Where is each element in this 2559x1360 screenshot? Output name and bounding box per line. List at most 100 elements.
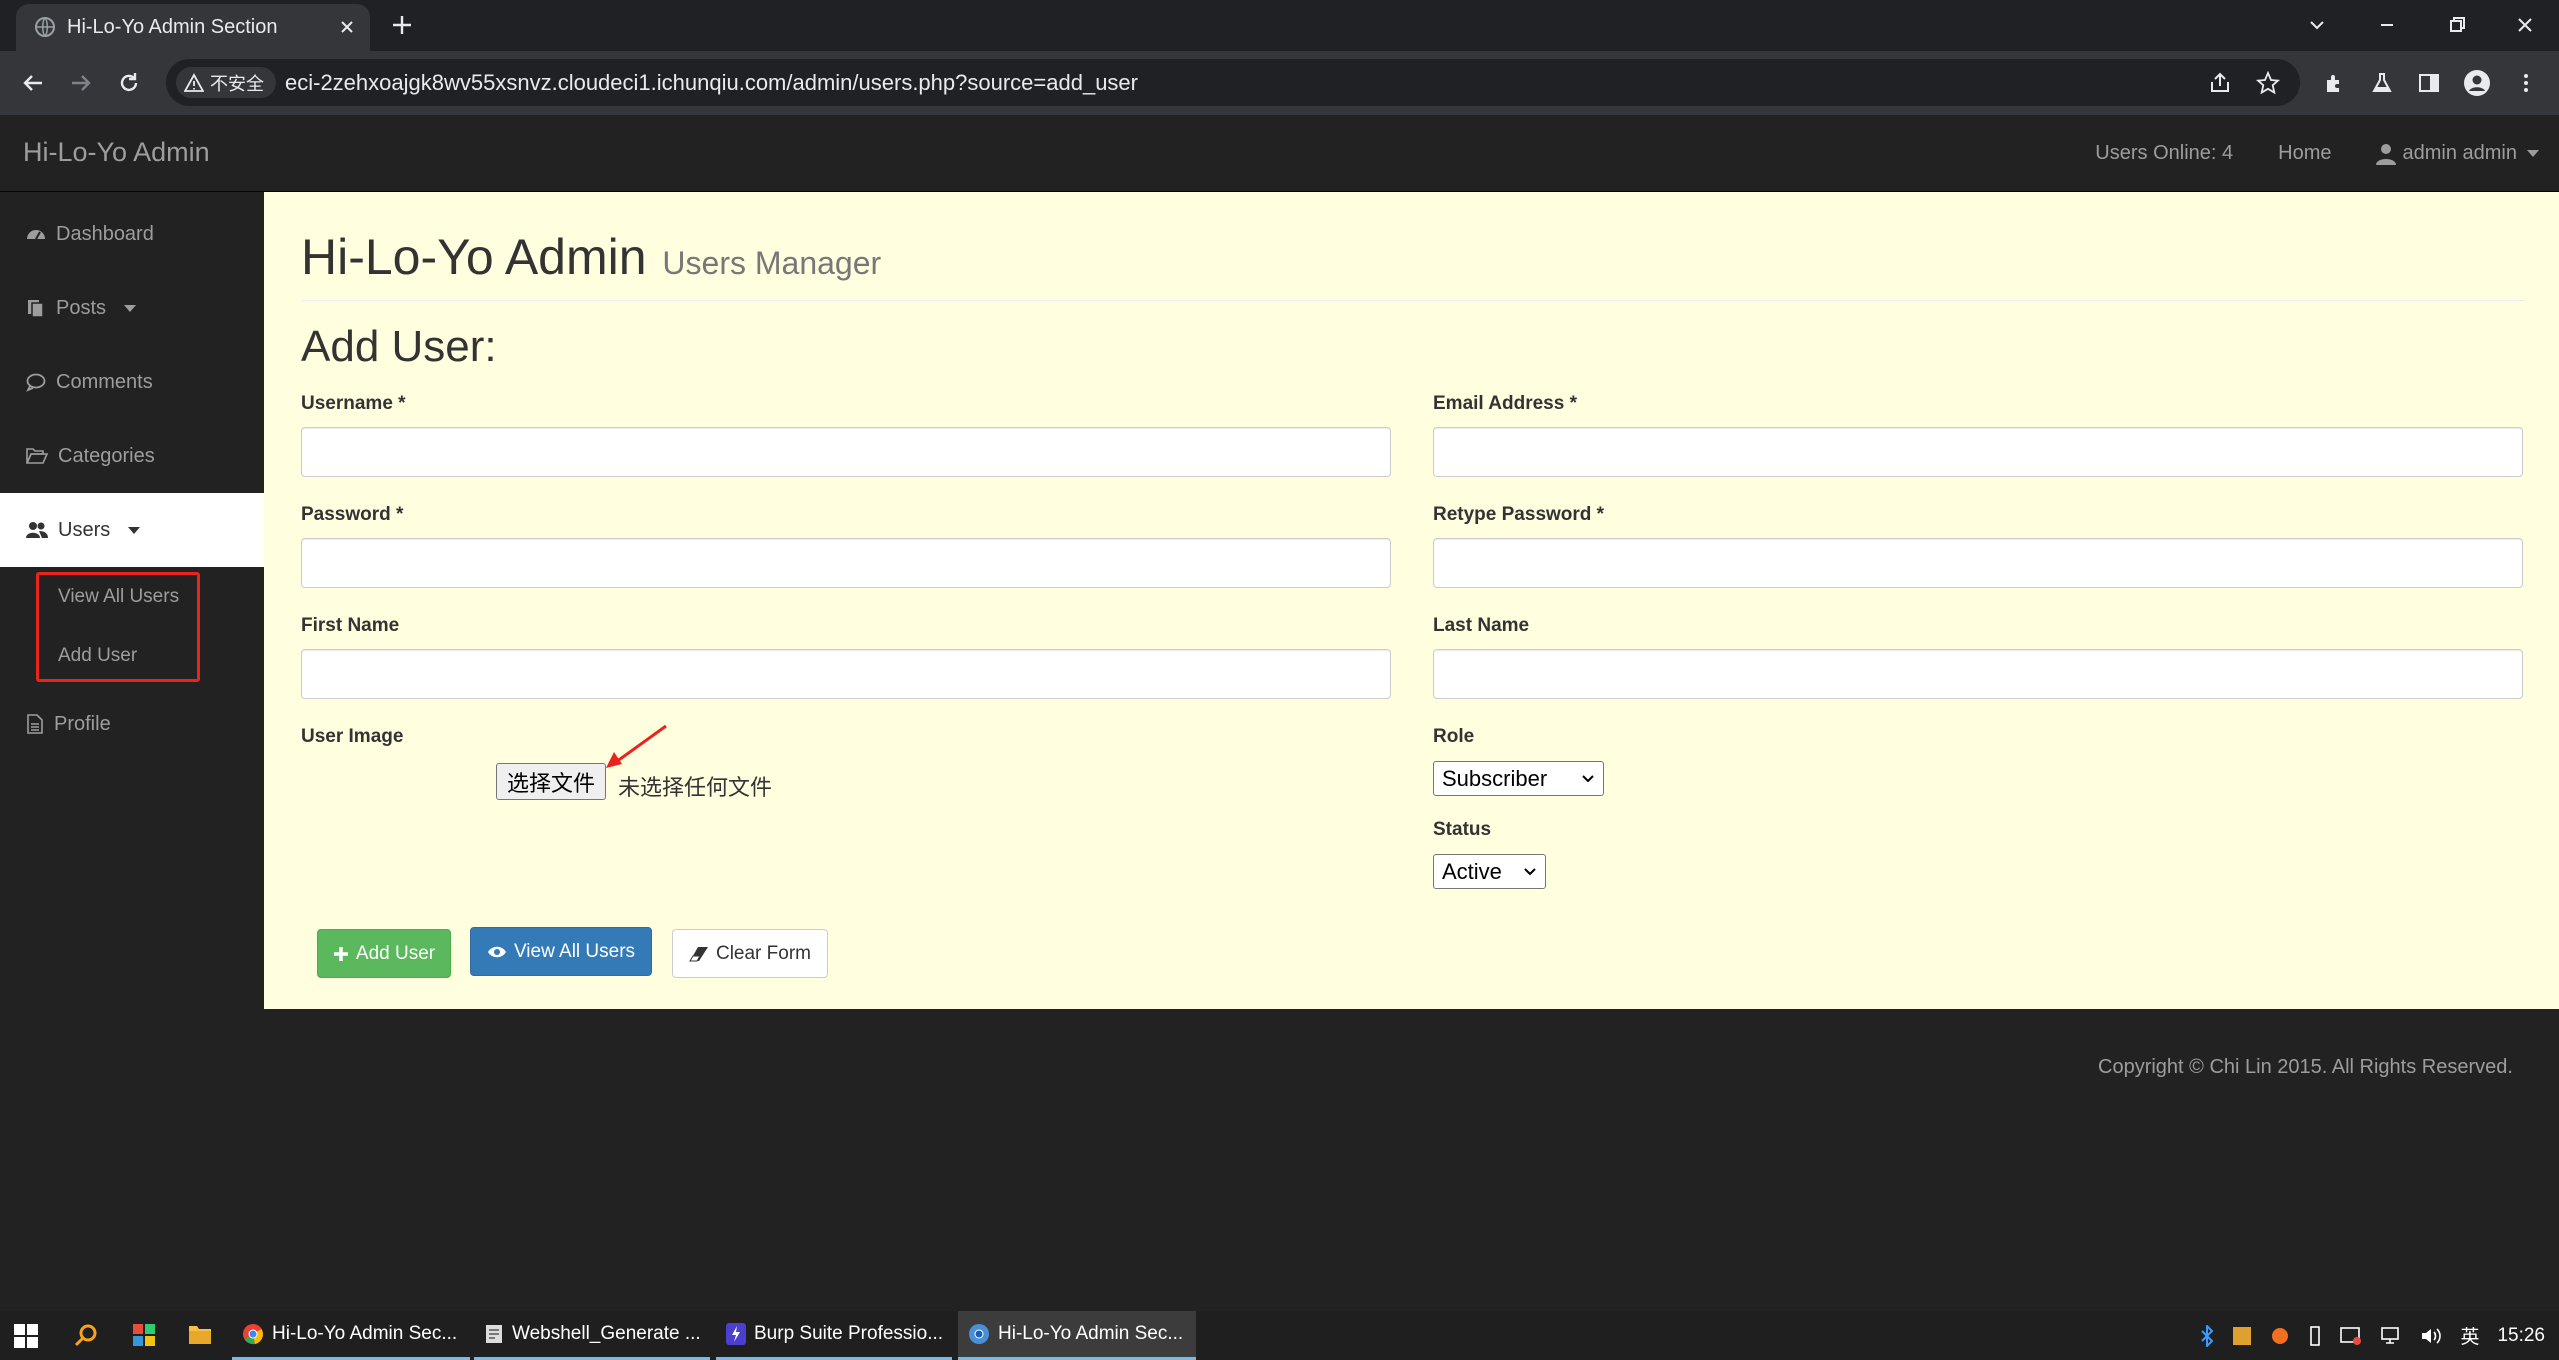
sidebar-item-comments[interactable]: Comments: [0, 345, 264, 419]
sidebar: Dashboard Posts Comments Categories User…: [0, 192, 264, 1009]
reload-icon[interactable]: [111, 65, 147, 101]
browser-tab-title: Hi-Lo-Yo Admin Section: [67, 16, 278, 38]
chevron-down-icon: [1523, 867, 1537, 877]
last-name-input[interactable]: [1433, 649, 2523, 699]
add-user-button-label: Add User: [355, 942, 436, 964]
role-label: Role: [1433, 726, 1475, 747]
email-input[interactable]: [1433, 427, 2523, 477]
burp-suite-icon: [726, 1323, 746, 1345]
retype-password-label: Retype Password *: [1433, 504, 1605, 525]
retype-password-input[interactable]: [1433, 538, 2523, 588]
security-label: 不安全: [210, 73, 264, 94]
first-name-label: First Name: [301, 615, 400, 636]
last-name-label: Last Name: [1433, 615, 1530, 636]
chevron-down-icon: [1581, 774, 1595, 784]
sidebar-item-categories[interactable]: Categories: [0, 419, 264, 493]
volume-icon[interactable]: [2420, 1326, 2442, 1346]
sidebar-item-posts[interactable]: Posts: [0, 271, 264, 345]
copyright-text: Copyright © Chi Lin 2015. All Rights Res…: [2098, 1056, 2513, 1078]
taskbar-app-label: Hi-Lo-Yo Admin Sec...: [998, 1323, 1184, 1344]
tray-notification-icon[interactable]: [2340, 1326, 2362, 1346]
minimize-icon[interactable]: [2370, 8, 2404, 42]
navbar-right: Users Online: 4 Home admin admin: [2050, 142, 2539, 165]
restore-icon[interactable]: [2440, 8, 2474, 42]
ime-indicator[interactable]: 英: [2460, 1322, 2479, 1349]
taskbar-app-chrome-2[interactable]: Hi-Lo-Yo Admin Sec...: [958, 1311, 1196, 1360]
lab-flask-icon[interactable]: [2366, 67, 2398, 99]
sidebar-item-dashboard[interactable]: Dashboard: [0, 197, 264, 271]
sidebar-item-label: Comments: [56, 370, 153, 393]
navbar-brand[interactable]: Hi-Lo-Yo Admin: [23, 137, 210, 168]
page-wrapper: Hi-Lo-Yo Admin Users Manager Add User: U…: [264, 192, 2559, 1009]
app-grid-icon[interactable]: [132, 1323, 156, 1347]
sidebar-item-users[interactable]: Users: [0, 493, 264, 567]
usb-device-icon[interactable]: [2308, 1325, 2322, 1347]
taskbar-app-chrome-1[interactable]: Hi-Lo-Yo Admin Sec...: [232, 1311, 470, 1360]
status-label: Status: [1433, 819, 1492, 840]
password-input[interactable]: [301, 538, 1391, 588]
files-icon: [26, 298, 46, 318]
address-bar[interactable]: 不安全 eci-2zehxoajgk8wv55xsnvz.cloudeci1.i…: [166, 59, 2300, 106]
caret-down-icon: [124, 304, 137, 312]
view-all-users-button-label: View All Users: [513, 940, 636, 962]
view-all-users-button[interactable]: View All Users: [470, 927, 652, 976]
user-image-label: User Image: [301, 726, 404, 747]
role-select[interactable]: Subscriber: [1433, 761, 1604, 796]
new-tab-icon[interactable]: [389, 12, 415, 38]
caret-down-icon: [128, 526, 141, 534]
bookmark-star-icon[interactable]: [2254, 69, 2282, 97]
clear-form-button[interactable]: Clear Form: [672, 929, 828, 978]
windows-taskbar: Hi-Lo-Yo Admin Sec... Webshell_Generate …: [0, 1311, 2559, 1360]
tab-close-icon[interactable]: [336, 16, 358, 38]
home-link[interactable]: Home: [2278, 142, 2331, 165]
file-status-text: 未选择任何文件: [618, 775, 773, 800]
page-header: Hi-Lo-Yo Admin Users Manager: [301, 228, 2525, 301]
forward-icon[interactable]: [63, 65, 99, 101]
clear-form-button-label: Clear Form: [715, 942, 811, 964]
network-icon[interactable]: [2380, 1326, 2402, 1346]
file-explorer-icon[interactable]: [188, 1323, 212, 1345]
side-panel-icon[interactable]: [2413, 67, 2445, 99]
sidebar-item-label: Profile: [54, 712, 111, 735]
plus-icon: [333, 946, 349, 962]
dashboard-icon: [26, 224, 46, 244]
tray-app-icon[interactable]: [2270, 1326, 2290, 1346]
email-label: Email Address *: [1433, 393, 1577, 414]
browser-toolbar: 不安全 eci-2zehxoajgk8wv55xsnvz.cloudeci1.i…: [0, 51, 2559, 115]
sidebar-item-label: Categories: [58, 444, 155, 467]
warning-icon: [184, 72, 204, 93]
add-user-button[interactable]: Add User: [317, 929, 451, 978]
page-title: Hi-Lo-Yo Admin: [301, 229, 647, 285]
share-icon[interactable]: [2206, 69, 2234, 97]
taskbar-app-burp[interactable]: Burp Suite Professio...: [716, 1311, 952, 1360]
username-input[interactable]: [301, 427, 1391, 477]
window-close-icon[interactable]: [2508, 8, 2542, 42]
windows-start-icon[interactable]: [14, 1324, 38, 1348]
tray-app-icon[interactable]: [2232, 1326, 2252, 1346]
taskbar-app-webshell[interactable]: Webshell_Generate ...: [474, 1311, 710, 1360]
globe-icon: [34, 16, 56, 38]
tab-search-icon[interactable]: [2300, 8, 2334, 42]
security-chip[interactable]: 不安全: [176, 67, 276, 98]
status-select-value: Active: [1442, 858, 1502, 884]
status-select[interactable]: Active: [1433, 854, 1546, 889]
eraser-icon: [689, 946, 709, 962]
extensions-icon[interactable]: [2319, 67, 2351, 99]
browser-menu-icon[interactable]: [2510, 67, 2542, 99]
back-icon[interactable]: [15, 65, 51, 101]
profile-icon[interactable]: [2461, 67, 2493, 99]
clock[interactable]: 15:26: [2497, 1325, 2545, 1347]
browser-tab-strip: Hi-Lo-Yo Admin Section: [0, 0, 2559, 51]
user-menu[interactable]: admin admin: [2376, 142, 2539, 165]
username-label: Username *: [301, 393, 406, 414]
form-title: Add User:: [301, 322, 497, 371]
choose-file-button[interactable]: 选择文件: [496, 763, 607, 800]
browser-tab-active[interactable]: Hi-Lo-Yo Admin Section: [16, 4, 370, 51]
search-icon[interactable]: [74, 1323, 98, 1347]
sidebar-item-profile[interactable]: Profile: [0, 687, 264, 761]
caret-down-icon: [2527, 150, 2539, 157]
first-name-input[interactable]: [301, 649, 1391, 699]
bluetooth-icon[interactable]: [2200, 1324, 2214, 1347]
url-text[interactable]: eci-2zehxoajgk8wv55xsnvz.cloudeci1.ichun…: [285, 70, 1138, 96]
password-label: Password *: [301, 504, 404, 525]
